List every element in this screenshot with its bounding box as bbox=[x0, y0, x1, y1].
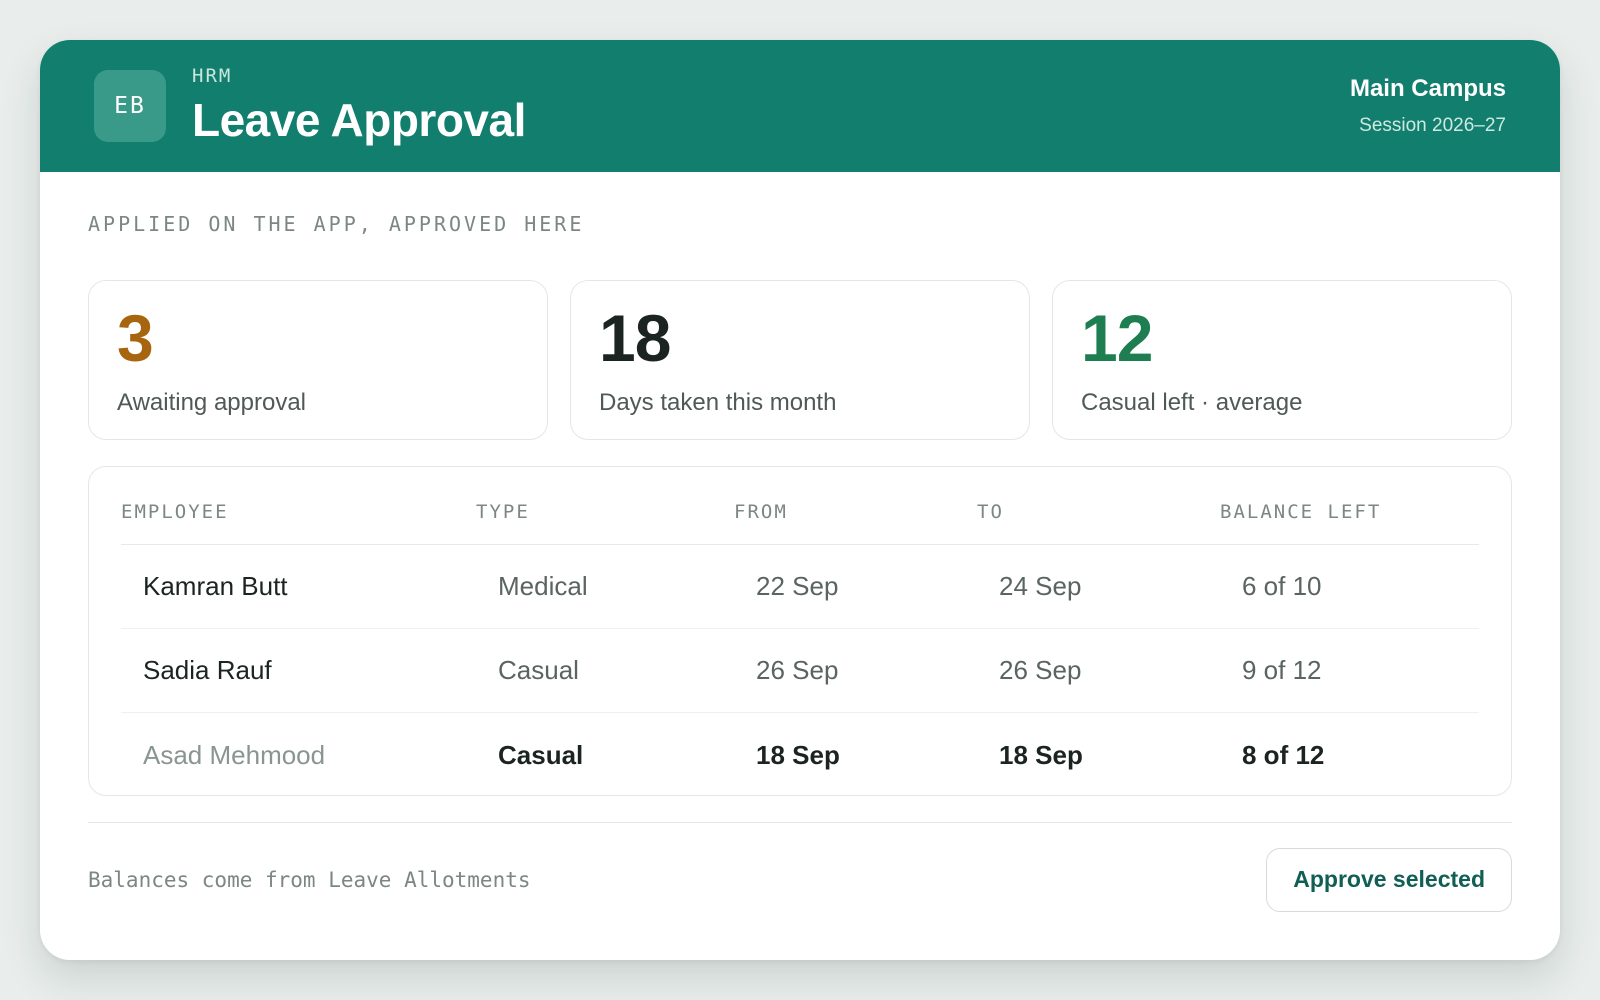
balance-left: 6 of 10 bbox=[1242, 571, 1322, 601]
approve-selected-button[interactable]: Approve selected bbox=[1266, 847, 1512, 912]
leave-requests-table: EMPLOYEE TYPE FROM TO BALANCE LEFT Kamra… bbox=[88, 466, 1512, 796]
stat-label: Awaiting approval bbox=[117, 389, 307, 416]
stat-label: Casual left · average bbox=[1081, 389, 1303, 416]
page-title: Leave Approval bbox=[192, 94, 526, 146]
campus-info: Main Campus Session 2026–27 bbox=[1350, 75, 1506, 137]
stat-value: 12 bbox=[1081, 301, 1153, 375]
section-label: APPLIED ON THE APP, APPROVED HERE bbox=[88, 212, 585, 236]
from-date: 22 Sep bbox=[756, 571, 839, 601]
to-date: 18 Sep bbox=[999, 739, 1083, 770]
to-date: 24 Sep bbox=[999, 571, 1082, 601]
avatar[interactable]: EB bbox=[94, 70, 166, 142]
content: APPLIED ON THE APP, APPROVED HERE 3 Awai… bbox=[40, 172, 1560, 936]
leave-type: Medical bbox=[498, 571, 588, 601]
balances-note: Balances come from Leave Allotments bbox=[88, 867, 531, 892]
stat-awaiting-approval: 3 Awaiting approval bbox=[88, 280, 548, 440]
table-header: EMPLOYEE TYPE FROM TO BALANCE LEFT bbox=[121, 491, 1479, 545]
stat-value: 18 bbox=[599, 301, 671, 375]
column-header-type: TYPE bbox=[476, 501, 530, 523]
app-eyebrow: HRM bbox=[192, 65, 233, 87]
table-row[interactable]: Kamran Butt Medical 22 Sep 24 Sep 6 of 1… bbox=[121, 545, 1479, 629]
session-label: Session 2026–27 bbox=[1359, 115, 1506, 136]
from-date: 26 Sep bbox=[756, 655, 839, 685]
app-header: EB HRM Leave Approval Main Campus Sessio… bbox=[40, 40, 1560, 172]
leave-approval-card: EB HRM Leave Approval Main Campus Sessio… bbox=[40, 40, 1560, 960]
from-date: 18 Sep bbox=[756, 739, 840, 770]
column-header-to: TO bbox=[977, 501, 1004, 523]
leave-type: Casual bbox=[498, 655, 579, 685]
table-row[interactable]: Sadia Rauf Casual 26 Sep 26 Sep 9 of 12 bbox=[121, 629, 1479, 713]
employee-name: Sadia Rauf bbox=[143, 655, 272, 685]
leave-type: Casual bbox=[498, 739, 584, 770]
column-header-employee: EMPLOYEE bbox=[121, 501, 229, 523]
balance-left: 8 of 12 bbox=[1242, 739, 1325, 770]
column-header-from: FROM bbox=[734, 501, 788, 523]
stats-row: 3 Awaiting approval 18 Days taken this m… bbox=[88, 280, 1512, 440]
employee-name: Asad Mehmood bbox=[143, 739, 326, 770]
title-block: HRM Leave Approval bbox=[192, 65, 526, 147]
stat-casual-left: 12 Casual left · average bbox=[1052, 280, 1512, 440]
column-header-balance-left: BALANCE LEFT bbox=[1220, 501, 1382, 523]
table-row[interactable]: Asad Mehmood Casual 18 Sep 18 Sep 8 of 1… bbox=[121, 713, 1479, 797]
employee-name: Kamran Butt bbox=[143, 571, 288, 601]
stat-label: Days taken this month bbox=[599, 389, 837, 416]
campus-name: Main Campus bbox=[1349, 75, 1506, 102]
to-date: 26 Sep bbox=[999, 655, 1082, 685]
balance-left: 9 of 12 bbox=[1242, 655, 1322, 685]
stat-value: 3 bbox=[117, 301, 154, 375]
stat-days-taken: 18 Days taken this month bbox=[570, 280, 1030, 440]
footer: Balances come from Leave Allotments Appr… bbox=[88, 822, 1512, 936]
